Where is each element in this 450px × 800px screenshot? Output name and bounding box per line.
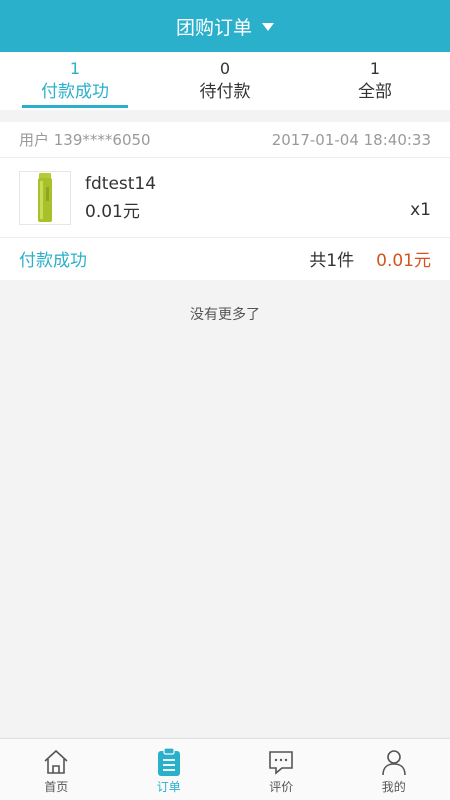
nav-home[interactable]: 首页	[0, 739, 113, 800]
item-name: fdtest14	[85, 173, 157, 194]
order-card[interactable]: 用户 139****6050 2017-01-04 18:40:33 fdtes…	[0, 122, 450, 280]
tab-count: 0	[219, 59, 231, 78]
nav-label: 首页	[44, 780, 69, 794]
tab-label: 全部	[358, 82, 392, 102]
page-title[interactable]: 团购订单	[176, 13, 252, 40]
tab-all[interactable]: 1 全部	[300, 52, 450, 110]
order-time: 2017-01-04 18:40:33	[271, 130, 431, 149]
active-tab-indicator	[22, 105, 128, 108]
home-icon	[44, 749, 68, 774]
order-item[interactable]: fdtest14 0.01元 x1	[0, 158, 450, 238]
tab-pending-payment[interactable]: 0 待付款	[150, 52, 300, 110]
tab-paid[interactable]: 1 付款成功	[0, 52, 150, 110]
no-more-text: 没有更多了	[190, 307, 260, 323]
nav-profile[interactable]: 我的	[338, 739, 450, 800]
order-header: 用户 139****6050 2017-01-04 18:40:33	[0, 122, 450, 158]
comment-icon	[269, 751, 294, 775]
order-total: 共1件 0.01元	[309, 246, 431, 271]
order-status: 付款成功	[19, 251, 87, 271]
tab-label: 付款成功	[41, 82, 109, 102]
order-list-icon	[157, 747, 180, 776]
item-info: fdtest14 0.01元	[85, 172, 156, 224]
item-price: 0.01元	[85, 201, 140, 222]
order-footer: 付款成功 共1件 0.01元	[0, 238, 450, 279]
item-quantity: x1	[410, 200, 431, 220]
product-bottle-icon	[38, 172, 52, 222]
tab-count: 1	[369, 59, 381, 78]
nav-label: 我的	[381, 780, 406, 794]
product-thumbnail	[19, 170, 71, 225]
tab-label: 待付款	[199, 82, 251, 102]
total-price: 0.01元	[376, 251, 431, 271]
caret-down-icon[interactable]	[262, 23, 274, 31]
order-user: 用户 139****6050	[19, 131, 151, 149]
order-status-tabs: 1 付款成功 0 待付款 1 全部	[0, 52, 450, 110]
nav-reviews[interactable]: 评价	[225, 739, 338, 800]
header-bar[interactable]: 团购订单	[0, 0, 450, 52]
bottom-navigation: 首页 订单 评价 我的	[0, 738, 450, 800]
nav-label: 评价	[269, 780, 294, 794]
total-count: 共1件	[309, 251, 355, 271]
nav-orders[interactable]: 订单	[113, 739, 226, 800]
nav-label: 订单	[156, 780, 181, 794]
tab-count: 1	[69, 59, 81, 78]
user-icon	[381, 750, 406, 776]
